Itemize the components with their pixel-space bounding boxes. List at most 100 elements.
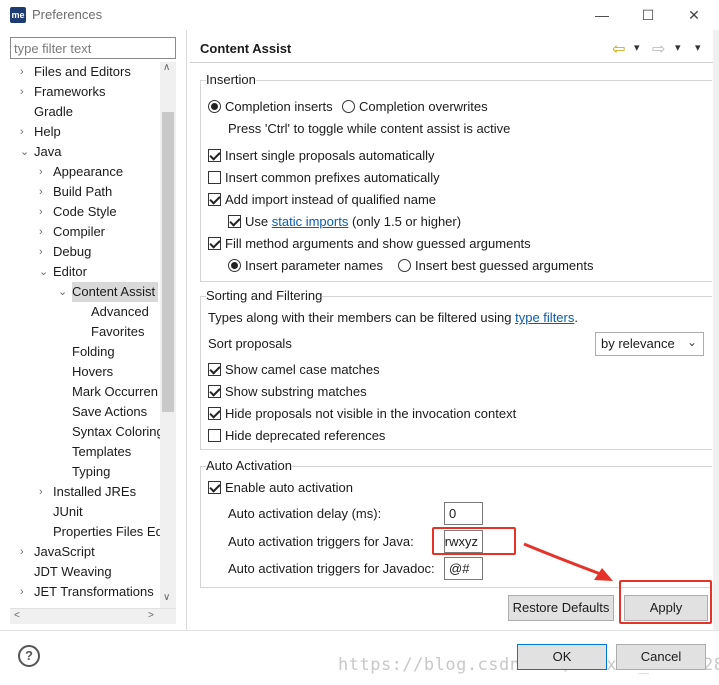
pane-divider[interactable] [186, 30, 187, 630]
type-filters-link[interactable]: type filters [515, 310, 574, 325]
tree-item[interactable]: Content Assist [72, 282, 159, 302]
tree-item[interactable]: Files and Editors [34, 62, 131, 82]
maximize-button[interactable]: ☐ [634, 4, 662, 26]
expand-chevron-icon[interactable]: ⌄ [39, 262, 49, 282]
completion-overwrites-radio[interactable]: Completion overwrites [342, 99, 488, 114]
tree-item[interactable]: JET Transformations [34, 582, 154, 602]
tree-horizontal-scrollbar[interactable]: < > [10, 608, 176, 624]
tree-item[interactable]: Java [34, 142, 61, 162]
cancel-button[interactable]: Cancel [616, 644, 706, 670]
use-static-imports-checkbox[interactable]: Use static imports (only 1.5 or higher) [228, 214, 461, 229]
tree-item[interactable]: Folding [72, 342, 115, 362]
page-scrollbar[interactable] [713, 30, 719, 630]
sort-proposals-select[interactable]: by relevance ⌄ [595, 332, 704, 356]
tree-scroll-thumb[interactable] [162, 112, 174, 412]
insert-best-guessed-radio[interactable]: Insert best guessed arguments [398, 258, 594, 273]
highlight-box-java-triggers [432, 527, 516, 555]
expand-chevron-icon[interactable]: › [20, 62, 30, 82]
tree-item[interactable]: Gradle [34, 102, 73, 122]
back-menu-icon[interactable]: ▾ [634, 41, 640, 54]
expand-chevron-icon[interactable]: › [39, 222, 49, 242]
expand-chevron-icon[interactable]: › [20, 82, 30, 102]
completion-inserts-radio[interactable]: Completion inserts [208, 99, 333, 114]
view-menu-icon[interactable]: ▾ [695, 41, 701, 54]
expand-chevron-icon[interactable] [20, 562, 30, 582]
scroll-up-icon[interactable]: ∧ [163, 62, 170, 73]
tree-item[interactable]: Build Path [53, 182, 112, 202]
scroll-left-icon[interactable]: < [14, 610, 20, 621]
tree-item-label: Content Assist [72, 284, 156, 299]
javadoc-triggers-input[interactable]: @# [444, 557, 483, 580]
minimize-button[interactable]: — [588, 4, 616, 26]
forward-arrow-icon[interactable]: ⇨ [652, 39, 665, 59]
tree-item[interactable]: Code Style [53, 202, 117, 222]
ok-button[interactable]: OK [517, 644, 607, 670]
help-icon[interactable]: ? [18, 645, 40, 667]
tree-item[interactable]: JavaScript [34, 542, 95, 562]
activation-delay-input[interactable]: 0 [444, 502, 483, 525]
camel-case-checkbox[interactable]: Show camel case matches [208, 362, 380, 377]
expand-chevron-icon[interactable] [58, 362, 68, 382]
expand-chevron-icon[interactable] [58, 462, 68, 482]
tree-item[interactable]: Syntax Coloring [72, 422, 164, 442]
tree-item[interactable]: Properties Files Ed [53, 522, 163, 542]
sorting-group-title: Sorting and Filtering [206, 288, 323, 303]
substring-checkbox[interactable]: Show substring matches [208, 384, 367, 399]
tree-item[interactable]: Installed JREs [53, 482, 136, 502]
tree-item[interactable]: JUnit [53, 502, 83, 522]
insert-parameter-names-radio[interactable]: Insert parameter names [228, 258, 383, 273]
insert-single-checkbox[interactable]: Insert single proposals automatically [208, 148, 435, 163]
tree-item[interactable]: Typing [72, 462, 110, 482]
add-import-checkbox[interactable]: Add import instead of qualified name [208, 192, 436, 207]
tree-item[interactable]: JDT Weaving [34, 562, 112, 582]
tree-item[interactable]: Editor [53, 262, 87, 282]
tree-item[interactable]: Advanced [91, 302, 149, 322]
tree-item[interactable]: Compiler [53, 222, 105, 242]
insert-common-checkbox[interactable]: Insert common prefixes automatically [208, 170, 440, 185]
expand-chevron-icon[interactable] [58, 382, 68, 402]
tree-item[interactable]: Frameworks [34, 82, 106, 102]
tree-item[interactable]: Favorites [91, 322, 144, 342]
expand-chevron-icon[interactable]: › [39, 182, 49, 202]
filter-input[interactable] [10, 37, 176, 59]
tree-item[interactable]: Appearance [53, 162, 123, 182]
expand-chevron-icon[interactable] [39, 502, 49, 522]
expand-chevron-icon[interactable]: › [20, 582, 30, 602]
expand-chevron-icon[interactable] [20, 102, 30, 122]
expand-chevron-icon[interactable] [39, 522, 49, 542]
static-imports-link[interactable]: static imports [272, 214, 349, 229]
tree-item[interactable]: Help [34, 122, 61, 142]
restore-defaults-button[interactable]: Restore Defaults [508, 595, 614, 621]
scroll-right-icon[interactable]: > [148, 610, 154, 621]
enable-auto-activation-checkbox[interactable]: Enable auto activation [208, 480, 353, 495]
tree-item[interactable]: Save Actions [72, 402, 147, 422]
tree-item-label: Appearance [53, 164, 124, 179]
expand-chevron-icon[interactable]: › [39, 162, 49, 182]
expand-chevron-icon[interactable]: › [20, 542, 30, 562]
tree-item[interactable]: Debug [53, 242, 91, 262]
expand-chevron-icon[interactable]: ⌄ [58, 282, 68, 302]
tree-item[interactable]: Hovers [72, 362, 113, 382]
tree-item[interactable]: Mark Occurren [72, 382, 158, 402]
scroll-down-icon[interactable]: ∨ [163, 592, 170, 603]
hide-not-visible-checkbox[interactable]: Hide proposals not visible in the invoca… [208, 406, 516, 421]
expand-chevron-icon[interactable]: › [39, 482, 49, 502]
fill-arguments-checkbox[interactable]: Fill method arguments and show guessed a… [208, 236, 531, 251]
expand-chevron-icon[interactable] [58, 422, 68, 442]
expand-chevron-icon[interactable] [58, 402, 68, 422]
hide-deprecated-checkbox[interactable]: Hide deprecated references [208, 428, 385, 443]
expand-chevron-icon[interactable] [77, 302, 87, 322]
expand-chevron-icon[interactable]: › [39, 242, 49, 262]
expand-chevron-icon[interactable] [58, 342, 68, 362]
back-arrow-icon[interactable]: ⇦ [612, 39, 625, 59]
window-title: Preferences [32, 7, 103, 22]
tree-item[interactable]: Templates [72, 442, 131, 462]
expand-chevron-icon[interactable] [77, 322, 87, 342]
close-button[interactable]: ✕ [680, 4, 708, 26]
expand-chevron-icon[interactable]: ⌄ [20, 142, 30, 162]
expand-chevron-icon[interactable] [58, 442, 68, 462]
forward-menu-icon[interactable]: ▾ [675, 41, 681, 54]
header-separator [190, 62, 719, 63]
expand-chevron-icon[interactable]: › [20, 122, 30, 142]
expand-chevron-icon[interactable]: › [39, 202, 49, 222]
